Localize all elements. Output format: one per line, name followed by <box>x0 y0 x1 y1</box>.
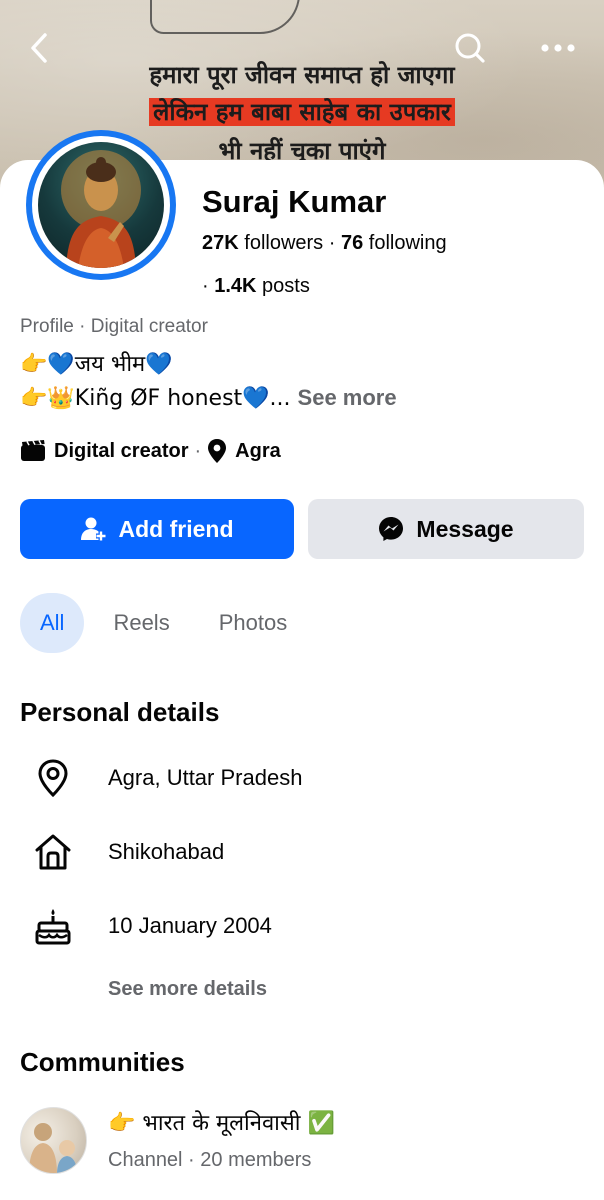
birthday-cake-icon <box>33 906 73 946</box>
more-options-button[interactable] <box>538 28 578 68</box>
bio-line-1: 👉💙जय भीम💙 <box>20 352 173 377</box>
detail-row-home[interactable]: Shikohabad <box>0 830 604 874</box>
profile-type-line: Profile · Digital creator <box>20 316 208 337</box>
see-more-details-link[interactable]: See more details <box>108 978 267 1001</box>
tab-reels[interactable]: Reels <box>93 593 189 653</box>
chevron-left-icon <box>31 33 47 63</box>
detail-row-birthday[interactable]: 10 January 2004 <box>0 904 604 948</box>
detail-row-location[interactable]: Agra, Uttar Pradesh <box>0 756 604 800</box>
community-avatar <box>20 1107 87 1174</box>
followers-count: 27K <box>202 232 239 254</box>
communities-title: Communities <box>20 1047 185 1077</box>
tab-all[interactable]: All <box>20 593 85 653</box>
add-friend-label: Add friend <box>118 515 234 542</box>
add-person-icon <box>80 516 107 542</box>
message-label: Message <box>416 515 514 542</box>
cover-sketch <box>150 0 300 34</box>
search-icon <box>455 33 485 63</box>
following-count: 76 <box>340 232 364 254</box>
personal-details-title: Personal details <box>20 697 220 727</box>
stats-separator: · <box>328 232 341 254</box>
follow-stats[interactable]: 27K followers · 76 following <box>202 232 447 255</box>
add-friend-button[interactable]: Add friend <box>20 499 294 559</box>
community-item[interactable]: 👉 भारत के मूलनिवासी ✅ Channel · 20 membe… <box>20 1105 584 1175</box>
cover-text-line-2: लेकिन हम बाबा साहेब का उपकार <box>0 95 604 128</box>
profile-tabs: All Reels Photos <box>20 593 316 653</box>
detail-text: Agra, Uttar Pradesh <box>108 765 303 790</box>
location-label: Agra <box>235 439 281 462</box>
more-horizontal-icon <box>541 44 575 52</box>
message-button[interactable]: Message <box>308 499 584 559</box>
clapperboard-icon <box>20 440 46 462</box>
bio-line-2: 👉👑Kiñg ØF honest💙... See more <box>20 385 397 411</box>
profile-name: Suraj Kumar <box>202 184 387 219</box>
location-pin-icon <box>33 758 73 798</box>
cover-text-line-1: हमारा पूरा जीवन समाप्त हो जाएगा <box>149 61 455 89</box>
home-icon <box>33 832 73 872</box>
following-label: following <box>368 232 447 254</box>
community-name: 👉 भारत के मूलनिवासी ✅ <box>108 1111 335 1136</box>
search-button[interactable] <box>449 28 489 68</box>
category-label: Digital creator <box>54 439 189 462</box>
detail-text: Shikohabad <box>108 839 225 864</box>
avatar-image <box>38 142 164 268</box>
profile-avatar[interactable] <box>26 130 176 280</box>
posts-stats[interactable]: · 1.4K posts <box>202 275 310 298</box>
posts-label: posts <box>262 275 310 297</box>
back-button[interactable] <box>20 28 60 68</box>
location-pin-icon <box>207 438 227 464</box>
messenger-icon <box>378 516 404 542</box>
followers-label: followers <box>244 232 324 254</box>
tab-photos[interactable]: Photos <box>199 593 308 653</box>
community-subtitle: Channel · 20 members <box>108 1149 312 1171</box>
profile-meta-row: Digital creator · Agra <box>20 437 281 465</box>
detail-text: 10 January 2004 <box>108 913 272 938</box>
posts-count: 1.4K <box>214 275 257 297</box>
see-more-link[interactable]: See more <box>298 385 397 410</box>
